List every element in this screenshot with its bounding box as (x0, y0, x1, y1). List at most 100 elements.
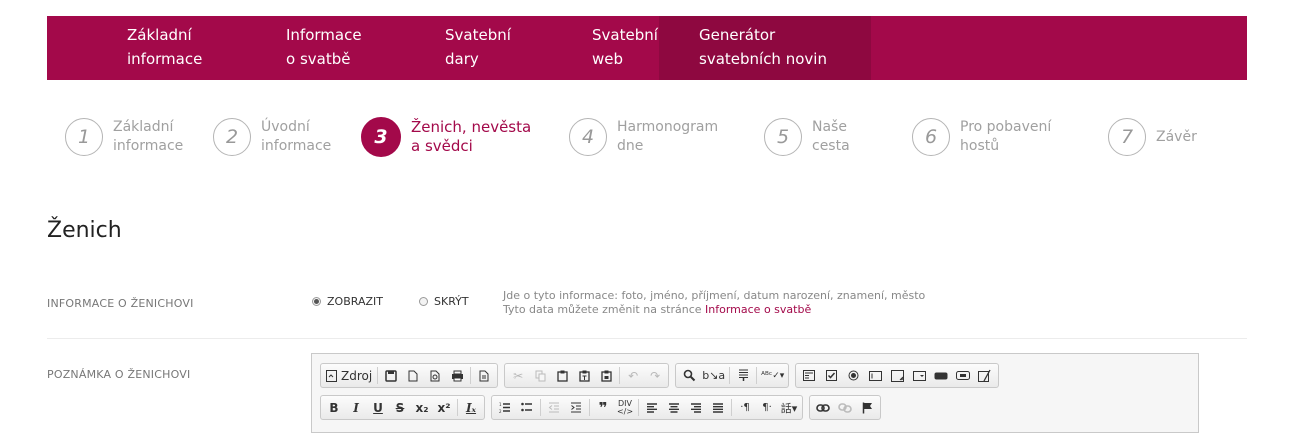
blockquote-button[interactable]: ❞ (592, 397, 614, 418)
text-field-button[interactable] (864, 365, 886, 386)
hide-radio-label: SKRÝT (434, 295, 469, 308)
step-6[interactable]: 6 Pro pobavení hostů (912, 113, 1051, 161)
groom-note-label: POZNÁMKA O ŽENICHOVI (47, 368, 191, 381)
paste-text-button[interactable] (573, 365, 595, 386)
step-number: 2 (213, 118, 251, 156)
step-7[interactable]: 7 Závěr (1108, 113, 1197, 161)
replace-button[interactable]: b↘a (700, 365, 727, 386)
checkbox-button[interactable] (820, 365, 842, 386)
rtl-button[interactable]: ¶· (756, 397, 778, 418)
rtl-icon: ¶· (762, 402, 772, 413)
redo-button[interactable]: ↷ (644, 365, 666, 386)
row-divider (47, 338, 1247, 339)
toolbar-separator (619, 367, 621, 384)
outdent-button[interactable] (543, 397, 565, 418)
step-5[interactable]: 5 Naše cesta (764, 113, 850, 161)
print-button[interactable] (446, 365, 468, 386)
nav-item-label: Generátor svatebních novin (699, 26, 827, 68)
nav-item-wedding-gifts[interactable]: Svatební dary (365, 16, 512, 80)
step-2[interactable]: 2 Úvodní informace (213, 113, 331, 161)
hide-radio[interactable]: SKRÝT (419, 295, 469, 308)
undo-button[interactable]: ↶ (622, 365, 644, 386)
numbered-list-button[interactable]: 12 (494, 397, 516, 418)
outdent-icon (548, 402, 559, 413)
find-button[interactable] (678, 365, 700, 386)
strikethrough-button[interactable]: S (389, 397, 411, 418)
wedding-info-link[interactable]: Informace o svatbě (705, 303, 811, 316)
step-number: 7 (1108, 118, 1146, 156)
hidden-field-button[interactable] (974, 365, 996, 386)
nav-item-wedding-info[interactable]: Informace o svatbě (206, 16, 365, 80)
save-button[interactable] (380, 365, 402, 386)
toolbar-separator (589, 399, 590, 416)
nav-item-newspaper-generator[interactable]: Generátor svatebních novin (659, 16, 871, 80)
step-1[interactable]: 1 Základní informace (65, 113, 183, 161)
justify-button[interactable] (707, 397, 729, 418)
bulleted-list-button[interactable] (516, 397, 538, 418)
italic-button[interactable]: I (345, 397, 367, 418)
align-center-button[interactable] (663, 397, 685, 418)
source-button[interactable]: Zdroj (323, 365, 375, 386)
paste-button[interactable] (551, 365, 573, 386)
toolbar-group-forms (795, 363, 1000, 388)
preview-button[interactable] (424, 365, 446, 386)
toolbar-separator (729, 367, 731, 384)
indent-button[interactable] (565, 397, 587, 418)
link-icon (816, 403, 830, 412)
nav-item-wedding-web[interactable]: Svatební web (512, 16, 659, 80)
preview-icon (430, 370, 440, 381)
cut-icon: ✂ (513, 368, 524, 383)
image-button-icon (956, 371, 971, 380)
create-div-button[interactable]: DIV </> (614, 397, 636, 418)
unlink-button[interactable] (834, 397, 856, 418)
bold-button[interactable]: B (323, 397, 345, 418)
remove-format-button[interactable]: Iₓ (460, 397, 482, 418)
anchor-button[interactable] (856, 397, 878, 418)
select-field-button[interactable] (908, 365, 930, 386)
justify-icon (713, 402, 723, 413)
form-button[interactable] (798, 365, 820, 386)
link-button[interactable] (812, 397, 834, 418)
hint-line-2: Tyto data můžete změnit na stránce Infor… (503, 303, 925, 317)
paste-word-button[interactable] (595, 365, 617, 386)
step-number: 1 (65, 118, 103, 156)
step-number: 6 (912, 118, 950, 156)
cut-button[interactable]: ✂ (507, 365, 529, 386)
underline-button[interactable]: U (367, 397, 389, 418)
source-label: Zdroj (341, 368, 373, 383)
align-left-icon (647, 402, 657, 413)
button-tool[interactable] (930, 365, 952, 386)
ltr-button[interactable]: ·¶ (734, 397, 756, 418)
section-title: Ženich (47, 218, 122, 243)
select-all-icon (738, 369, 748, 381)
paste-icon (557, 370, 568, 382)
new-page-button[interactable] (402, 365, 424, 386)
save-icon (385, 369, 397, 382)
templates-button[interactable] (473, 365, 495, 386)
toolbar-group-paragraph: 12 ❞ DIV </> ·¶ ¶· 話▾ (491, 395, 803, 420)
step-label: Základní informace (113, 119, 184, 154)
show-radio[interactable]: ZOBRAZIT (312, 295, 383, 308)
align-right-button[interactable] (685, 397, 707, 418)
radio-button-tool[interactable] (842, 365, 864, 386)
step-label: Závěr (1156, 128, 1197, 145)
flag-icon (862, 402, 872, 413)
language-button[interactable]: 話▾ (778, 397, 800, 418)
textarea-button[interactable] (886, 365, 908, 386)
subscript-button[interactable]: x₂ (411, 397, 433, 418)
step-3[interactable]: 3 Ženich, nevěsta a svědci (361, 113, 531, 161)
toolbar-group-editing: b↘a ᴬᴮᶜ✓▾ (675, 363, 790, 388)
spellcheck-button[interactable]: ᴬᴮᶜ✓▾ (759, 365, 786, 386)
toolbar-group-document: Zdroj (320, 363, 499, 388)
paste-word-icon (601, 370, 612, 382)
copy-button[interactable] (529, 365, 551, 386)
align-left-button[interactable] (641, 397, 663, 418)
superscript-button[interactable]: x² (433, 397, 455, 418)
templates-icon (479, 370, 489, 381)
step-4[interactable]: 4 Harmonogram dne (569, 113, 718, 161)
ltr-icon: ·¶ (740, 402, 750, 413)
unlink-icon (838, 402, 852, 413)
nav-item-basic-info[interactable]: Základní informace (47, 16, 206, 80)
image-button-tool[interactable] (952, 365, 974, 386)
select-all-button[interactable] (732, 365, 754, 386)
